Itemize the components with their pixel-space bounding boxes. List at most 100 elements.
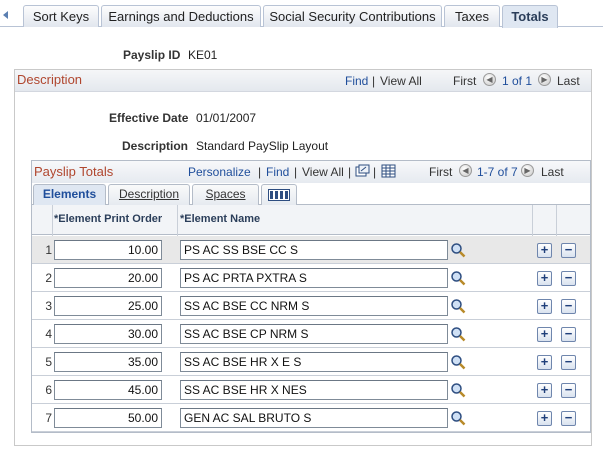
- next-arrow-icon[interactable]: ▶: [521, 164, 534, 177]
- magnifier-icon[interactable]: [450, 410, 466, 426]
- description-range: 1 of 1: [502, 74, 533, 88]
- payslip-id-value: KE01: [188, 48, 218, 62]
- tab-earnings-deductions[interactable]: Earnings and Deductions: [101, 5, 261, 27]
- personalize-link[interactable]: Personalize: [188, 165, 251, 179]
- element-print-order-input[interactable]: 25.00: [54, 296, 162, 316]
- separator: |: [373, 165, 377, 179]
- grid-first-label: First: [429, 165, 453, 179]
- row-number: 3: [45, 299, 52, 313]
- next-arrow-icon[interactable]: ▶: [538, 73, 551, 86]
- magnifier-icon[interactable]: [450, 242, 466, 258]
- grid-tab-bar: Elements Description Spaces: [32, 183, 590, 205]
- delete-row-icon[interactable]: −: [561, 355, 576, 370]
- description-area-title: Description: [17, 72, 83, 87]
- payslip-id-label: Payslip ID: [123, 48, 181, 62]
- description-last-label: Last: [557, 74, 580, 88]
- magnifier-icon[interactable]: [450, 326, 466, 342]
- grid-tab-elements[interactable]: Elements: [33, 184, 106, 205]
- delete-row-icon[interactable]: −: [561, 271, 576, 286]
- delete-row-icon[interactable]: −: [561, 411, 576, 426]
- tab-label: Taxes: [455, 9, 489, 24]
- element-name-input[interactable]: PS AC PRTA PXTRA S: [180, 268, 448, 288]
- effective-date-label: Effective Date: [109, 111, 189, 125]
- element-print-order-input[interactable]: 50.00: [54, 408, 162, 428]
- table-row: 3 25.00 SS AC BSE CC NRM S + −: [32, 292, 590, 320]
- grid-title: Payslip Totals: [34, 164, 114, 179]
- row-number: 1: [45, 243, 52, 257]
- element-name-input[interactable]: SS AC BSE CC NRM S: [180, 296, 448, 316]
- grid-tab-label: Description: [118, 187, 180, 201]
- element-print-order-input[interactable]: 45.00: [54, 380, 162, 400]
- delete-row-icon[interactable]: −: [561, 327, 576, 342]
- previous-arrow-icon[interactable]: ◀: [483, 73, 496, 86]
- description-label: Description: [122, 139, 189, 153]
- add-row-icon[interactable]: +: [537, 411, 552, 426]
- show-all-columns-icon: [268, 189, 290, 201]
- table-row: 2 20.00 PS AC PRTA PXTRA S + −: [32, 264, 590, 292]
- element-print-order-input[interactable]: 20.00: [54, 268, 162, 288]
- add-row-icon[interactable]: +: [537, 355, 552, 370]
- tab-label: Earnings and Deductions: [108, 9, 254, 24]
- magnifier-icon[interactable]: [450, 298, 466, 314]
- table-row: 4 30.00 SS AC BSE CP NRM S + −: [32, 320, 590, 348]
- description-find-link[interactable]: Find: [345, 74, 368, 88]
- delete-row-icon[interactable]: −: [561, 243, 576, 258]
- element-name-input[interactable]: SS AC BSE HR X E S: [180, 352, 448, 372]
- delete-row-icon[interactable]: −: [561, 299, 576, 314]
- element-name-input[interactable]: GEN AC SAL BRUTO S: [180, 408, 448, 428]
- grid-tab-label: Elements: [42, 187, 97, 201]
- separator: |: [294, 165, 298, 179]
- column-header-print-order: *Element Print Order: [54, 213, 163, 225]
- add-row-icon[interactable]: +: [537, 243, 552, 258]
- separator: |: [348, 165, 352, 179]
- tab-label: Sort Keys: [32, 9, 90, 24]
- tab-sort-keys[interactable]: Sort Keys: [23, 5, 99, 27]
- download-grid-icon[interactable]: [381, 164, 396, 178]
- description-value: Standard PaySlip Layout: [196, 139, 329, 153]
- separator: |: [258, 165, 262, 179]
- table-row: 5 35.00 SS AC BSE HR X E S + −: [32, 348, 590, 376]
- element-print-order-input[interactable]: 10.00: [54, 240, 162, 260]
- add-row-icon[interactable]: +: [537, 299, 552, 314]
- payslip-totals-grid: Payslip Totals Personalize | Find | View…: [31, 160, 591, 433]
- grid-view-all-link[interactable]: View All: [302, 165, 344, 179]
- add-row-icon[interactable]: +: [537, 271, 552, 286]
- description-first-label: First: [453, 74, 477, 88]
- grid-last-label: Last: [541, 165, 564, 179]
- row-number: 5: [45, 355, 52, 369]
- magnifier-icon[interactable]: [450, 270, 466, 286]
- tab-social-security[interactable]: Social Security Contributions: [263, 5, 442, 27]
- tab-scroll-left-icon[interactable]: [3, 11, 8, 19]
- element-name-input[interactable]: SS AC BSE HR X NES: [180, 380, 448, 400]
- element-print-order-input[interactable]: 35.00: [54, 352, 162, 372]
- add-row-icon[interactable]: +: [537, 383, 552, 398]
- page-tab-bar: Sort Keys Earnings and Deductions Social…: [0, 0, 603, 28]
- description-view-all-link[interactable]: View All: [380, 74, 422, 88]
- add-row-icon[interactable]: +: [537, 327, 552, 342]
- description-scroll-area: Description Find | View All First ◀ 1 of…: [14, 69, 592, 446]
- element-name-input[interactable]: PS AC SS BSE CC S: [180, 240, 448, 260]
- description-scroll-header: Description Find | View All First ◀ 1 of…: [15, 70, 591, 92]
- grid-tab-label: Spaces: [205, 187, 246, 201]
- grid-range: 1-7 of 7: [477, 165, 518, 179]
- show-all-columns-tab[interactable]: [261, 184, 297, 205]
- delete-row-icon[interactable]: −: [561, 383, 576, 398]
- grid-find-link[interactable]: Find: [266, 165, 289, 179]
- element-name-input[interactable]: SS AC BSE CP NRM S: [180, 324, 448, 344]
- previous-arrow-icon[interactable]: ◀: [459, 164, 472, 177]
- table-row: 6 45.00 SS AC BSE HR X NES + −: [32, 376, 590, 404]
- grid-tab-spaces[interactable]: Spaces: [192, 184, 259, 205]
- element-print-order-input[interactable]: 30.00: [54, 324, 162, 344]
- tab-totals[interactable]: Totals: [502, 5, 558, 28]
- magnifier-icon[interactable]: [450, 382, 466, 398]
- separator: |: [372, 74, 376, 88]
- row-number: 4: [45, 327, 52, 341]
- column-header-element-name: *Element Name: [180, 213, 261, 225]
- tab-taxes[interactable]: Taxes: [444, 5, 500, 27]
- table-row: 7 50.00 GEN AC SAL BRUTO S + −: [32, 404, 590, 432]
- new-window-icon[interactable]: [355, 164, 370, 178]
- magnifier-icon[interactable]: [450, 354, 466, 370]
- grid-tab-description[interactable]: Description: [108, 184, 190, 205]
- effective-date-value: 01/01/2007: [196, 111, 257, 125]
- tab-label: Social Security Contributions: [269, 9, 436, 24]
